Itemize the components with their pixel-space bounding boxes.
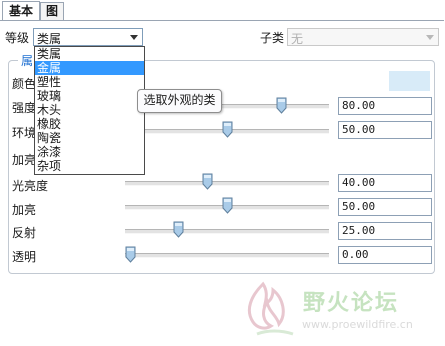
tooltip: 选取外观的类: [137, 89, 222, 113]
color-label: 颜色: [12, 77, 37, 91]
reflection-value-field[interactable]: 25.00: [338, 222, 432, 240]
transparency-slider-track[interactable]: [125, 253, 329, 258]
reflection-label: 反射: [12, 226, 37, 240]
shininess-slider-thumb[interactable]: [202, 173, 213, 190]
transparency-label: 透明: [12, 250, 37, 264]
tab-map[interactable]: 图: [40, 2, 64, 20]
color-swatch[interactable]: [389, 71, 430, 91]
watermark-url: www.proewildfire.cn: [302, 318, 413, 331]
intensity-value-field[interactable]: 80.00: [338, 97, 432, 115]
transparency-slider-thumb[interactable]: [125, 246, 136, 263]
chevron-down-icon: [426, 35, 434, 40]
dropdown-option-selected[interactable]: 金属: [35, 61, 144, 75]
ambient-slider-thumb[interactable]: [222, 121, 233, 138]
highlight-section-label: 加亮: [12, 153, 37, 167]
shininess-label: 光亮度: [12, 179, 49, 193]
shininess-slider-track[interactable]: [125, 181, 329, 186]
watermark-name: 野火论坛: [303, 291, 400, 316]
highlight-slider-thumb[interactable]: [222, 197, 233, 214]
intensity-slider-thumb[interactable]: [276, 97, 287, 114]
reflection-slider-track[interactable]: [125, 229, 329, 234]
dropdown-option[interactable]: 涂漆: [35, 145, 144, 159]
reflection-slider-thumb[interactable]: [173, 221, 184, 238]
ambient-label: 环境: [12, 126, 37, 140]
transparency-value-field[interactable]: 0.00: [338, 246, 432, 264]
dropdown-option[interactable]: 橡胶: [35, 117, 144, 131]
dropdown-option[interactable]: 杂项: [35, 159, 144, 173]
dropdown-option[interactable]: 塑性: [35, 75, 144, 89]
watermark-logo-icon: [233, 278, 297, 341]
tab-basic[interactable]: 基本: [2, 1, 40, 21]
level-select-value: 类属: [37, 32, 62, 46]
dropdown-option[interactable]: 陶瓷: [35, 131, 144, 145]
dropdown-option[interactable]: 木头: [35, 103, 144, 117]
subclass-label: 子类: [260, 31, 285, 45]
chevron-down-icon: [130, 35, 138, 40]
dropdown-option[interactable]: 玻璃: [35, 89, 144, 103]
shininess-value-field[interactable]: 40.00: [338, 174, 432, 192]
ambient-value-field[interactable]: 50.00: [338, 121, 432, 139]
intensity-label: 强度: [12, 101, 37, 115]
level-label: 等级: [5, 31, 30, 45]
level-select[interactable]: 类属: [33, 28, 143, 46]
highlight-value-field[interactable]: 50.00: [338, 198, 432, 216]
subclass-select[interactable]: 无: [287, 28, 439, 46]
highlight-label: 加亮: [12, 203, 37, 217]
dropdown-option[interactable]: 类属: [35, 47, 144, 61]
level-dropdown-list: 类属 金属 塑性 玻璃 木头 橡胶 陶瓷 涂漆 杂项: [34, 46, 145, 175]
tab-bar: 基本 图: [0, 0, 445, 21]
subclass-select-value: 无: [291, 32, 304, 46]
